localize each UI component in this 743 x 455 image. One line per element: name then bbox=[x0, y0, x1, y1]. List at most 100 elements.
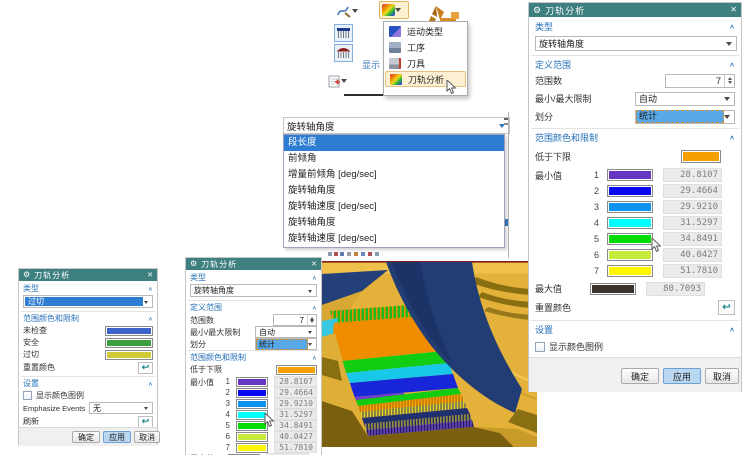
minmax-dropdown[interactable]: 自动 bbox=[255, 326, 317, 338]
division-dropdown[interactable]: 统计 bbox=[255, 338, 317, 350]
analysis-type-combobox[interactable]: 旋转轴角度 bbox=[283, 117, 510, 134]
chevron-up-icon[interactable]: ∧ bbox=[312, 304, 317, 310]
chevron-up-icon[interactable]: ∧ bbox=[729, 326, 735, 333]
list-item[interactable]: 前倾角 bbox=[284, 151, 504, 167]
reset-colors-button[interactable]: ↩ bbox=[138, 362, 153, 374]
analysis-type-listbox: 段长度 前倾角 增量前倾角 [deg/sec] 旋转轴角度 旋转轴速度 [deg… bbox=[283, 134, 505, 248]
legend-checkbox[interactable] bbox=[23, 391, 32, 400]
list-item[interactable]: 段长度 bbox=[284, 135, 504, 151]
dialog-titlebar[interactable]: ⚙ 刀轨分析 ✕ bbox=[186, 258, 321, 270]
reset-arrow-icon: ↩ bbox=[142, 417, 150, 426]
close-icon[interactable]: ✕ bbox=[311, 261, 317, 268]
ok-button[interactable]: 确定 bbox=[621, 368, 659, 384]
cancel-button[interactable]: 取消 bbox=[705, 368, 739, 384]
operation-icon bbox=[389, 42, 401, 53]
close-icon[interactable]: ✕ bbox=[730, 6, 737, 14]
list-item[interactable]: 增量前倾角 [deg/sec] bbox=[284, 167, 504, 183]
cancel-button[interactable]: 取消 bbox=[134, 431, 160, 443]
dropdown-arrow-icon[interactable] bbox=[395, 8, 401, 15]
type-dropdown[interactable]: 过切 bbox=[23, 295, 153, 308]
chevron-up-icon[interactable]: ∧ bbox=[729, 23, 735, 30]
tool-icon bbox=[389, 58, 401, 69]
ok-button[interactable]: 确定 bbox=[72, 431, 100, 443]
chevron-up-icon[interactable]: ∧ bbox=[148, 380, 153, 386]
spinner-control[interactable] bbox=[724, 75, 734, 87]
range-color-swatch[interactable] bbox=[236, 377, 268, 387]
chevron-up-icon[interactable]: ∧ bbox=[148, 315, 153, 321]
menu-item-tool[interactable]: 刀具 bbox=[385, 55, 466, 71]
close-icon[interactable]: ✕ bbox=[147, 272, 153, 279]
mouse-cursor bbox=[264, 413, 275, 428]
range-color-swatch[interactable] bbox=[607, 169, 653, 181]
mouse-cursor bbox=[446, 80, 457, 95]
dialog-title: 刀轨分析 bbox=[201, 259, 311, 270]
range-color-swatch[interactable] bbox=[607, 265, 653, 277]
spline-pen-icon bbox=[336, 4, 352, 18]
toolpath-analysis-menu-button[interactable] bbox=[379, 1, 409, 19]
division-row: 划分 统计 bbox=[535, 109, 735, 124]
dialog-title: 刀轨分析 bbox=[545, 4, 730, 17]
list-item[interactable]: 旋转轴角度 bbox=[284, 183, 504, 199]
toolpath-analysis-icon bbox=[390, 74, 402, 85]
selection-filter-button[interactable] bbox=[328, 73, 352, 89]
range-color-swatch[interactable] bbox=[236, 388, 268, 398]
refresh-button[interactable]: ↩ bbox=[138, 416, 153, 428]
list-item[interactable]: 旋转轴速度 [deg/sec] bbox=[284, 231, 504, 247]
menu-item-motion-type[interactable]: 运动类型 bbox=[385, 23, 466, 39]
range-color-swatch[interactable] bbox=[236, 432, 268, 442]
division-dropdown[interactable]: 统计 bbox=[635, 110, 735, 124]
apply-button[interactable]: 应用 bbox=[663, 368, 701, 384]
menu-item-operation[interactable]: 工序 bbox=[385, 39, 466, 55]
dialog-titlebar[interactable]: ⚙ 刀轨分析 ✕ bbox=[529, 3, 741, 17]
status-color-swatch[interactable] bbox=[105, 326, 153, 336]
viewport-3d[interactable] bbox=[322, 261, 537, 447]
below-lower-color-swatch[interactable] bbox=[276, 365, 317, 375]
dropdown-arrow-icon[interactable] bbox=[352, 9, 358, 16]
chevron-up-icon[interactable]: ∧ bbox=[729, 134, 735, 141]
chevron-up-icon[interactable]: ∧ bbox=[729, 61, 735, 68]
dropdown-arrow-icon[interactable] bbox=[341, 79, 347, 86]
toolpath-style-button-1[interactable] bbox=[334, 24, 353, 42]
chevron-up-icon[interactable]: ∧ bbox=[312, 354, 317, 360]
chevron-up-icon[interactable]: ∧ bbox=[312, 274, 317, 280]
range-color-swatch[interactable] bbox=[607, 217, 653, 229]
range-row: 6 40.0427 bbox=[535, 247, 735, 262]
range-count-field[interactable]: 7 bbox=[665, 74, 735, 88]
toolpath-analysis-dialog-middle: ⚙ 刀轨分析 ✕ 类型 ∧ 旋转轴角度 定义范围 ∧ 范围数 7 最小/最大限制… bbox=[185, 257, 322, 455]
minmax-dropdown[interactable]: 自动 bbox=[635, 92, 735, 106]
reset-arrow-icon: ↩ bbox=[142, 363, 150, 372]
spinner-control[interactable] bbox=[307, 315, 316, 325]
reset-colors-row: 重置颜色 ↩ bbox=[23, 361, 153, 374]
max-color-swatch[interactable] bbox=[590, 283, 636, 295]
type-dropdown[interactable]: 旋转轴角度 bbox=[190, 284, 317, 297]
mouse-cursor bbox=[651, 238, 662, 253]
section-type: 类型 ∧ bbox=[535, 20, 735, 33]
range-count-field[interactable]: 7 bbox=[273, 314, 317, 326]
gear-icon: ⚙ bbox=[533, 6, 541, 15]
status-color-swatch[interactable] bbox=[105, 350, 153, 360]
status-color-swatch[interactable] bbox=[105, 338, 153, 348]
list-item[interactable]: 旋转轴速度 [deg/sec] bbox=[284, 199, 504, 215]
range-row: 5 34.8491 bbox=[535, 231, 735, 246]
toolpath-display-button[interactable] bbox=[336, 2, 374, 19]
range-color-swatch[interactable] bbox=[236, 443, 268, 453]
below-lower-color-swatch[interactable] bbox=[681, 150, 721, 163]
display-label: 显示 bbox=[362, 58, 380, 71]
range-row: 1 28.8107 bbox=[535, 167, 735, 182]
apply-button[interactable]: 应用 bbox=[103, 431, 131, 443]
dialog-button-strip: 确定 应用 取消 bbox=[529, 357, 741, 392]
range-color-swatch[interactable] bbox=[236, 399, 268, 409]
dialog-titlebar[interactable]: ⚙ 刀轨分析 ✕ bbox=[19, 269, 157, 281]
toolpath-style-button-2[interactable] bbox=[334, 44, 353, 62]
range-color-swatch[interactable] bbox=[607, 233, 653, 245]
list-item[interactable]: 旋转轴角度 bbox=[284, 215, 504, 231]
comb-red-icon bbox=[337, 47, 350, 59]
chevron-up-icon[interactable]: ∧ bbox=[148, 285, 153, 291]
reset-colors-button[interactable]: ↩ bbox=[718, 300, 735, 315]
range-color-swatch[interactable] bbox=[607, 185, 653, 197]
range-color-swatch[interactable] bbox=[607, 249, 653, 261]
range-color-swatch[interactable] bbox=[607, 201, 653, 213]
emphasize-dropdown[interactable]: 无 bbox=[89, 402, 153, 414]
legend-checkbox[interactable] bbox=[535, 342, 545, 352]
type-dropdown[interactable]: 旋转轴角度 bbox=[535, 36, 737, 51]
